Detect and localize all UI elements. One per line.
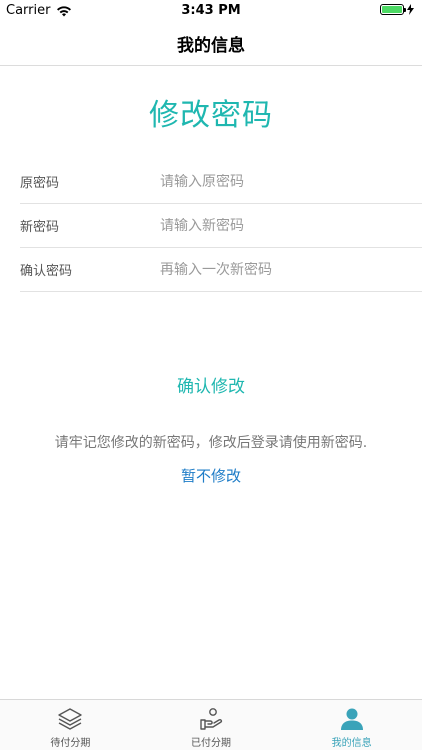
tab-label: 已付分期 (191, 738, 231, 749)
status-right (380, 4, 414, 15)
skip-change-link[interactable]: 暂不修改 (0, 465, 422, 486)
old-password-input[interactable] (160, 173, 400, 190)
status-bar: Carrier 3:43 PM (0, 0, 422, 22)
charging-bolt-icon (407, 4, 414, 15)
person-icon (340, 708, 363, 730)
hand-coin-icon (200, 708, 223, 730)
tab-paid-installments[interactable]: 已付分期 (141, 700, 282, 750)
tab-label: 我的信息 (331, 738, 372, 749)
confirm-password-label: 确认密码 (20, 264, 73, 279)
page-heading: 修改密码 (149, 98, 273, 133)
tab-my-info[interactable]: 我的信息 (281, 700, 422, 750)
new-password-label: 新密码 (20, 220, 60, 235)
new-password-row: 新密码 (20, 204, 422, 248)
navigation-bar: 我的信息 (0, 22, 422, 66)
old-password-row: 原密码 (20, 160, 422, 204)
password-form: 原密码 新密码 确认密码 (20, 160, 422, 292)
new-password-input[interactable] (160, 217, 400, 234)
battery-icon (380, 4, 406, 15)
confirm-password-row: 确认密码 (20, 248, 422, 292)
confirm-change-button[interactable]: 确认修改 (0, 372, 422, 397)
nav-title: 我的信息 (177, 36, 245, 56)
tab-bar: 待付分期 已付分期 我的信息 (0, 699, 422, 750)
status-time: 3:43 PM (181, 3, 241, 18)
tab-label: 待付分期 (50, 738, 91, 749)
battery-fill (382, 6, 402, 13)
layers-icon (58, 708, 83, 730)
password-notice: 请牢记您修改的新密码，修改后登录请使用新密码. (54, 435, 368, 451)
confirm-password-input[interactable] (160, 261, 400, 278)
tab-pending-installments[interactable]: 待付分期 (0, 700, 141, 750)
old-password-label: 原密码 (20, 176, 60, 191)
